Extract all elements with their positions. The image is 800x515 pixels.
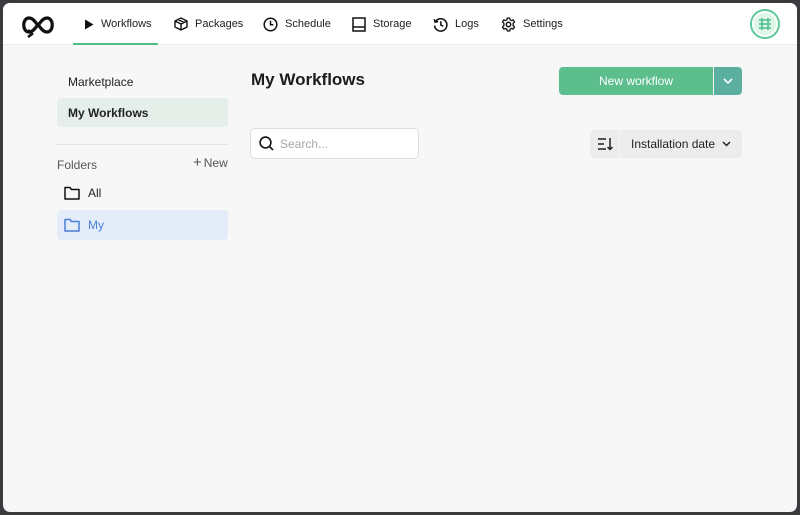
plus-icon: + [193,154,202,171]
nav-tab-workflows[interactable]: Workflows [73,3,158,45]
nav-tab-label: Settings [523,18,563,30]
package-icon [174,17,188,31]
new-folder-label: New [203,156,228,170]
sidebar-link-my-workflows[interactable]: My Workflows [57,98,228,127]
folder-label: All [88,186,102,200]
folder-icon [64,186,80,200]
nav-tab-logs[interactable]: Logs [433,3,479,45]
logo-icon[interactable] [19,14,57,38]
search-input[interactable] [280,136,410,151]
sidebar-divider [57,144,228,145]
sort-icon [597,138,613,151]
app-window: Workflows Packages Schedule Storage Logs… [3,3,797,512]
nav-tab-label: Storage [373,18,412,30]
folders-heading: Folders [57,158,98,172]
folder-item-my[interactable]: My [57,210,228,240]
sort-field-select[interactable]: Installation date [620,130,742,158]
gear-icon [501,16,516,32]
play-icon [85,19,94,29]
sort-field-label: Installation date [631,137,716,151]
user-avatar[interactable] [750,9,780,39]
search-box [250,128,419,159]
new-folder-button[interactable]: + New [193,154,228,171]
new-workflow-dropdown-button[interactable] [714,67,742,95]
folder-item-all[interactable]: All [57,178,228,208]
new-workflow-button[interactable]: New workflow [559,67,713,95]
clock-icon [263,16,278,32]
nav-tab-storage[interactable]: Storage [352,3,412,45]
search-icon [259,136,274,151]
nav-tab-label: Logs [455,18,479,30]
nav-tab-label: Schedule [285,18,331,30]
nav-tab-schedule[interactable]: Schedule [263,3,331,45]
nav-tab-packages[interactable]: Packages [174,3,243,45]
folder-icon [64,218,80,232]
chevron-down-icon [722,141,731,147]
nav-tab-label: Workflows [101,18,152,30]
chevron-down-icon [723,78,733,84]
history-icon [433,17,448,32]
nav-tab-settings[interactable]: Settings [501,3,563,45]
nav-tab-label: Packages [195,18,244,30]
sidebar-link-label: My Workflows [68,105,149,120]
storage-icon [352,16,366,32]
sidebar-link-marketplace[interactable]: Marketplace [57,67,228,96]
top-navigation-bar: Workflows Packages Schedule Storage Logs… [3,3,797,45]
folder-label: My [88,218,104,232]
sort-order-button[interactable] [590,130,619,158]
sidebar-link-label: Marketplace [68,74,134,89]
avatar-pattern-icon [759,18,771,30]
page-title: My Workflows [251,70,365,89]
